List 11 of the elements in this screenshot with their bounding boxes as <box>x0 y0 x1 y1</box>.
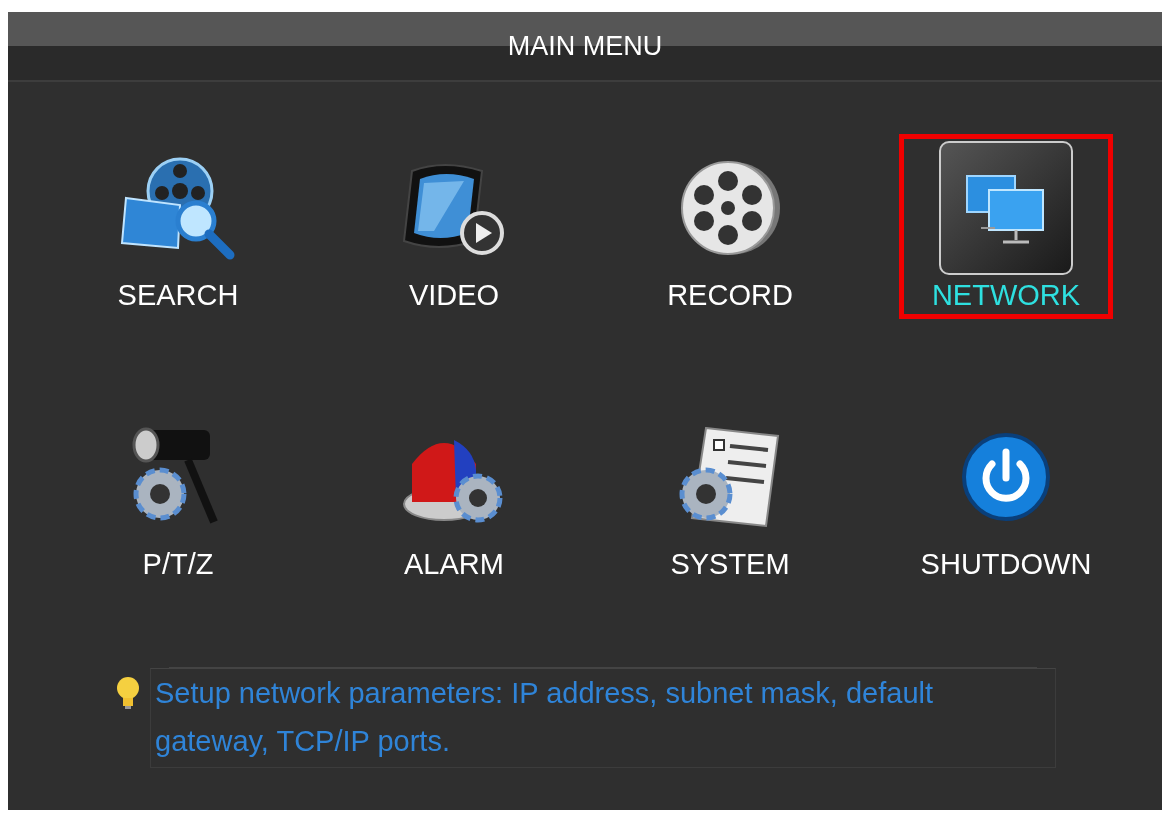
light-bulb-icon <box>116 676 140 710</box>
hint-text: Setup network parameters: IP address, subnet mask, default gateway, TCP/IP ports. <box>150 668 1056 768</box>
menu-item[interactable]: NETWORK <box>899 134 1113 319</box>
menu-item[interactable]: SEARCH <box>71 134 285 319</box>
menu-item[interactable]: P/T/Z <box>71 403 285 588</box>
menu-item[interactable]: VIDEO <box>347 134 561 319</box>
window-title: MAIN MENU <box>507 30 663 62</box>
menu-item[interactable]: SHUTDOWN <box>899 403 1113 588</box>
menu-item[interactable]: RECORD <box>623 134 837 319</box>
menu-item[interactable]: SYSTEM <box>623 403 837 588</box>
menu-item[interactable]: ALARM <box>347 403 561 588</box>
